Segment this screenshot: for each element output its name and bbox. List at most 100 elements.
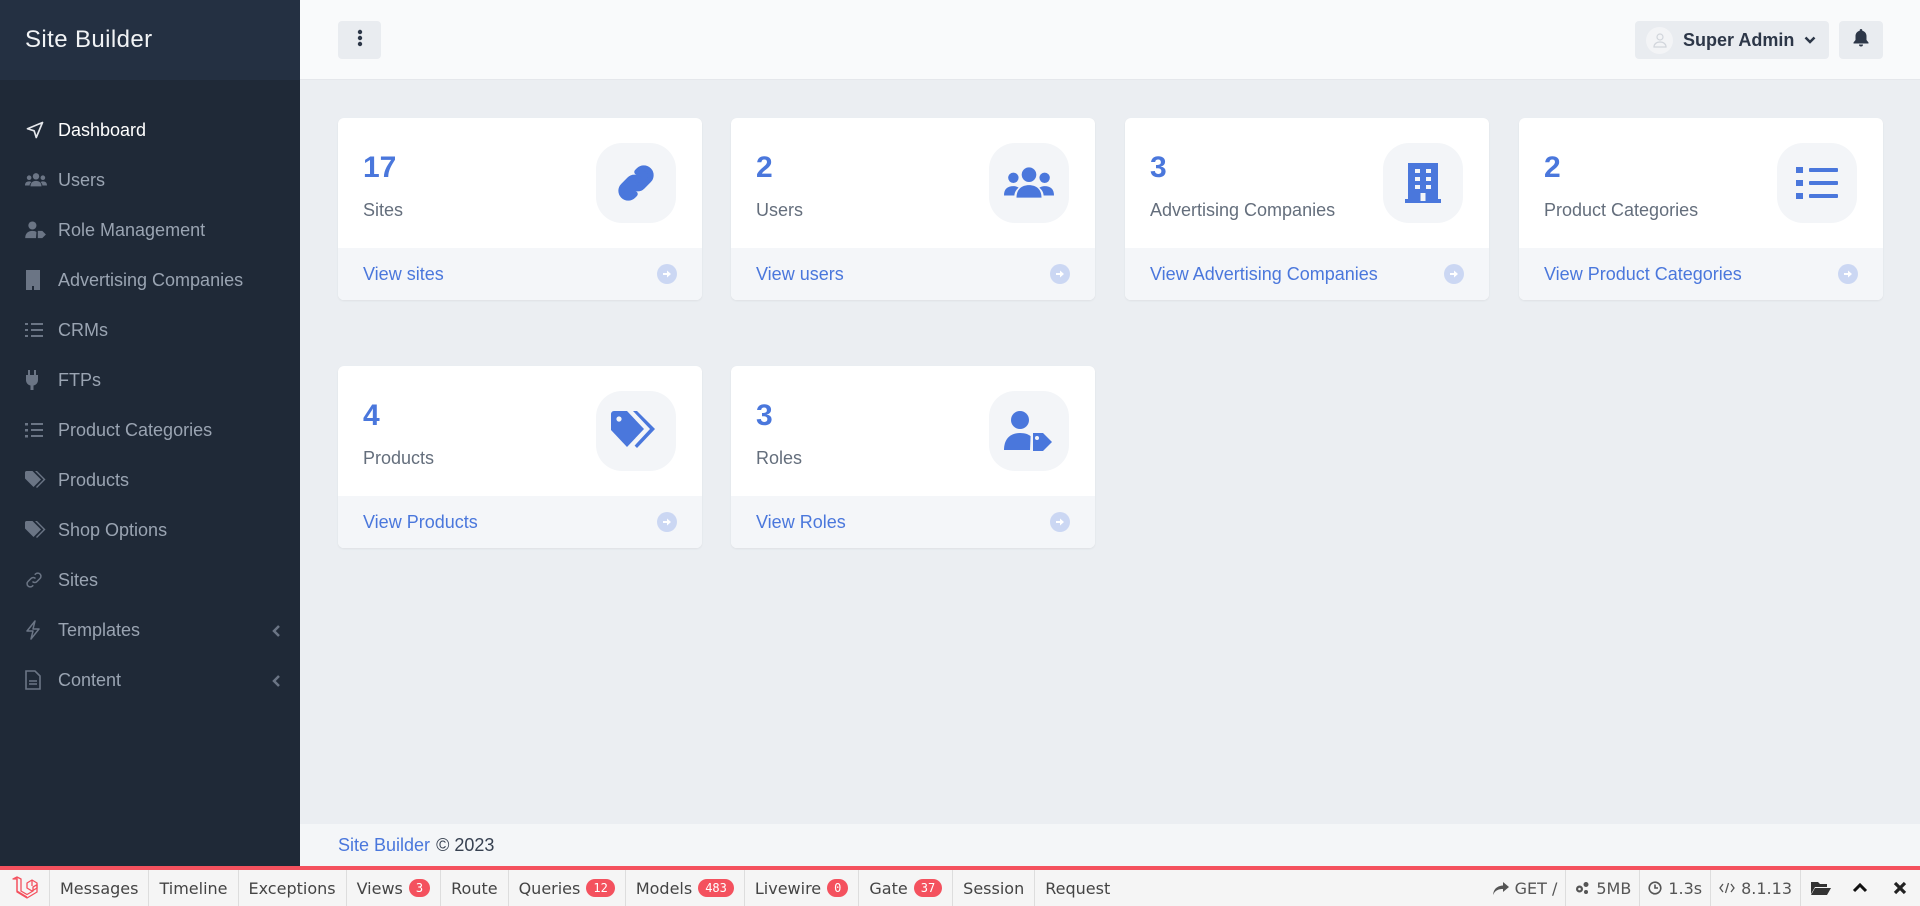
debug-tab-label: Route [451, 878, 498, 898]
sidebar-item-sites[interactable]: Sites [0, 555, 300, 605]
debug-tab-label: Queries [518, 878, 581, 898]
debug-tab-queries[interactable]: Queries 12 [509, 870, 626, 906]
laravel-logo-icon[interactable] [0, 870, 50, 906]
card-count: 2 [1544, 151, 1561, 184]
sidebar-item-role-management[interactable]: Role Management [0, 205, 300, 255]
sidebar-item-ftps[interactable]: FTPs [0, 355, 300, 405]
view-sites-link[interactable]: View sites [338, 248, 702, 300]
debug-tab-timeline[interactable]: Timeline [149, 870, 239, 906]
ellipsis-vertical-icon [357, 29, 363, 52]
card-link-label: View users [756, 263, 844, 284]
sidebar-nav: Dashboard Users Role Management Advertis… [0, 80, 300, 705]
sidebar-item-content[interactable]: Content [0, 655, 300, 705]
sidebar-item-products[interactable]: Products [0, 455, 300, 505]
debug-tab-label: Livewire [754, 878, 822, 898]
stat-card-sites: 17 Sites View sites [338, 118, 702, 300]
clock-icon [1648, 881, 1662, 895]
debug-tab-label: Messages [60, 878, 139, 898]
card-label: Users [756, 200, 804, 220]
list-icon [25, 420, 49, 440]
view-product-categories-link[interactable]: View Product Categories [1519, 248, 1883, 300]
menu-toggle-button[interactable] [338, 21, 381, 59]
building-icon [25, 270, 49, 290]
card-label: Roles [756, 448, 803, 468]
users-icon [989, 143, 1069, 223]
cogs-icon [1576, 882, 1589, 894]
sidebar-item-dashboard[interactable]: Dashboard [0, 105, 300, 155]
user-tag-icon [989, 391, 1069, 471]
debug-tab-session[interactable]: Session [953, 870, 1036, 906]
sidebar-item-label: Product Categories [58, 419, 213, 440]
link-icon [25, 570, 49, 590]
request-duration: 1.3s [1668, 878, 1703, 898]
arrow-circle-right-icon [1050, 512, 1070, 532]
stat-card-product-categories: 2 Product Categories View Product Catego… [1519, 118, 1883, 300]
sidebar-item-shop-options[interactable]: Shop Options [0, 505, 300, 555]
user-menu-button[interactable]: Super Admin [1635, 21, 1829, 59]
debug-tab-label: Gate [869, 878, 908, 898]
card-label: Products [363, 448, 435, 468]
open-folder-button[interactable] [1800, 870, 1840, 906]
notifications-button[interactable] [1839, 21, 1883, 59]
count-badge: 483 [698, 879, 734, 897]
debug-tab-views[interactable]: Views 3 [347, 870, 442, 906]
view-products-link[interactable]: View Products [338, 496, 702, 548]
count-badge: 0 [827, 879, 849, 897]
card-count: 4 [363, 399, 380, 432]
chevron-up-icon [1852, 883, 1868, 893]
card-count: 2 [756, 151, 773, 184]
card-count: 3 [1150, 151, 1167, 184]
link-icon [596, 143, 676, 223]
chevron-left-icon [272, 672, 282, 687]
stat-card-roles: 3 Roles View Roles [731, 366, 1095, 548]
sidebar-item-product-categories[interactable]: Product Categories [0, 405, 300, 455]
debug-tab-label: Exceptions [248, 878, 336, 898]
sidebar-item-label: Shop Options [58, 519, 168, 540]
debug-request-stat[interactable]: GET / [1485, 870, 1566, 906]
memory-usage: 5MB [1596, 878, 1632, 898]
folder-open-icon [1810, 882, 1831, 895]
view-advertising-companies-link[interactable]: View Advertising Companies [1125, 248, 1489, 300]
count-badge: 12 [586, 879, 615, 897]
sidebar-item-users[interactable]: Users [0, 155, 300, 205]
card-label: Advertising Companies [1150, 200, 1336, 220]
close-debugbar-button[interactable] [1880, 870, 1920, 906]
card-link-label: View Roles [756, 511, 846, 532]
stat-card-users: 2 Users View users [731, 118, 1095, 300]
card-link-label: View sites [363, 263, 444, 284]
debug-tab-livewire[interactable]: Livewire 0 [745, 870, 860, 906]
footer-brand-link[interactable]: Site Builder [338, 835, 430, 856]
building-icon [1383, 143, 1463, 223]
debug-tab-label: Timeline [159, 878, 228, 898]
debug-tab-route[interactable]: Route [441, 870, 509, 906]
user-name: Super Admin [1683, 29, 1795, 50]
debug-tab-messages[interactable]: Messages [50, 870, 150, 906]
sidebar-item-templates[interactable]: Templates [0, 605, 300, 655]
debug-tab-exceptions[interactable]: Exceptions [239, 870, 347, 906]
view-roles-link[interactable]: View Roles [731, 496, 1095, 548]
bolt-icon [25, 620, 49, 640]
avatar [1646, 26, 1673, 54]
sidebar-item-label: Content [58, 669, 122, 690]
view-users-link[interactable]: View users [731, 248, 1095, 300]
tags-icon [596, 391, 676, 471]
debug-tab-label: Models [635, 878, 693, 898]
count-badge: 3 [408, 879, 431, 897]
maximize-debugbar-button[interactable] [1840, 870, 1880, 906]
sidebar-item-advertising-companies[interactable]: Advertising Companies [0, 255, 300, 305]
debug-tab-request[interactable]: Request [1035, 870, 1120, 906]
bell-icon [1853, 28, 1869, 52]
debug-tab-gate[interactable]: Gate 37 [859, 870, 954, 906]
app-brand[interactable]: Site Builder [0, 0, 300, 80]
debug-tab-label: Views [356, 878, 403, 898]
chevron-left-icon [272, 622, 282, 637]
card-label: Product Categories [1544, 200, 1699, 220]
chevron-down-icon [1804, 31, 1816, 49]
sidebar-item-label: Dashboard [58, 119, 147, 140]
sidebar-item-crms[interactable]: CRMs [0, 305, 300, 355]
close-icon [1893, 881, 1907, 895]
card-link-label: View Products [363, 511, 478, 532]
debug-tab-models[interactable]: Models 483 [626, 870, 745, 906]
code-icon [1719, 882, 1735, 894]
plug-icon [25, 370, 49, 390]
